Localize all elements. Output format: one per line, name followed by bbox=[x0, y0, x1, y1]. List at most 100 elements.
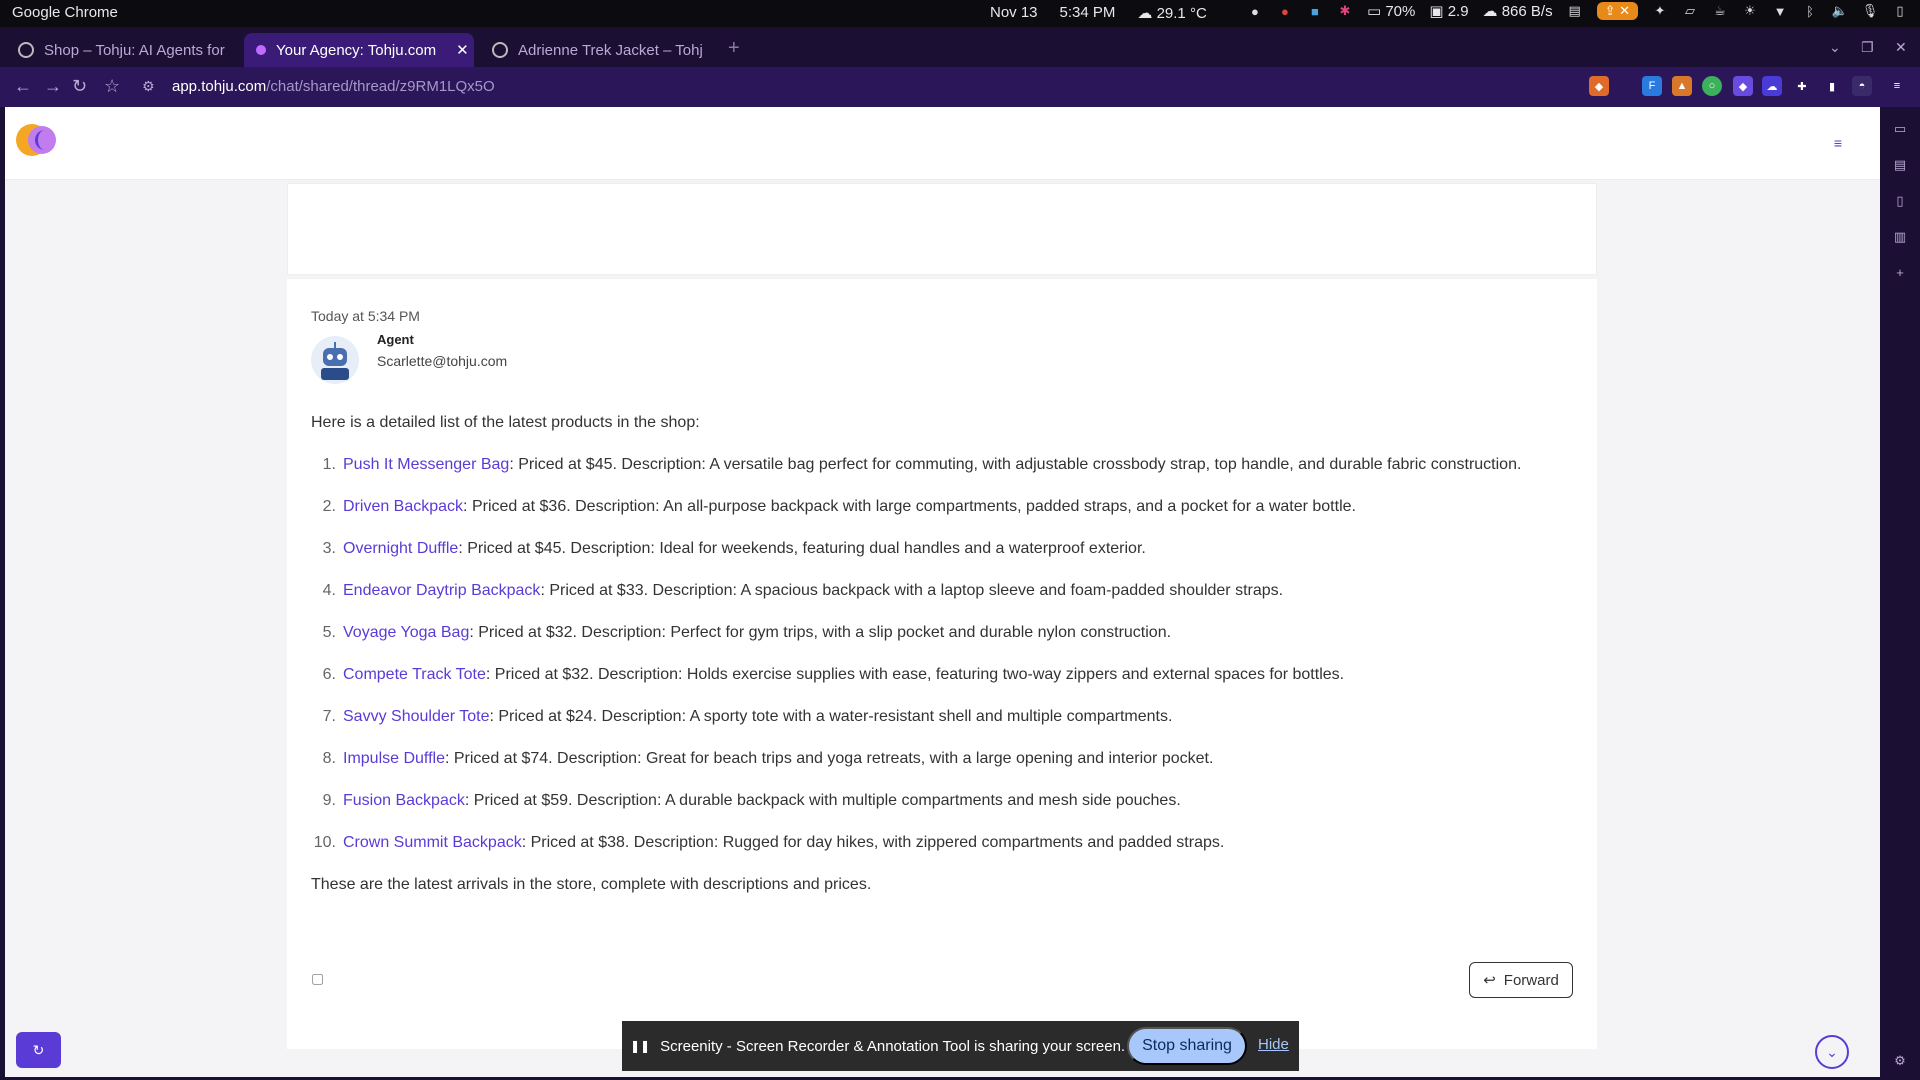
close-tab-icon[interactable]: ✕ bbox=[456, 41, 469, 59]
extension-badge-icon[interactable]: ◆ bbox=[1733, 76, 1753, 96]
list-item: 3. Overnight Duffle: Priced at $45. Descr… bbox=[311, 536, 1551, 562]
product-link[interactable]: Savvy Shoulder Tote bbox=[343, 708, 489, 725]
restore-window-icon[interactable]: ❐ bbox=[1861, 39, 1874, 56]
os-date: Nov 13 bbox=[990, 4, 1038, 21]
url-field[interactable]: app.tohju.com/chat/shared/thread/z9RM1LQ… bbox=[172, 78, 495, 95]
wifi-icon[interactable]: ▼ bbox=[1772, 3, 1788, 19]
product-link[interactable]: Fusion Backpack bbox=[343, 792, 465, 809]
sidebar-toggle-icon[interactable]: ▮ bbox=[1822, 76, 1842, 96]
pause-icon: ❚❚ bbox=[630, 1039, 651, 1053]
site-info-icon[interactable]: ⚙ bbox=[142, 78, 155, 95]
extension-fi-icon[interactable]: F bbox=[1642, 76, 1662, 96]
app-tray-icon[interactable]: ■ bbox=[1307, 3, 1323, 19]
extensions-puzzle-icon[interactable]: ✚ bbox=[1792, 76, 1812, 96]
product-description: : Priced at $45. Description: A versatil… bbox=[509, 456, 1522, 473]
product-link[interactable]: Driven Backpack bbox=[343, 498, 463, 515]
profile-icon[interactable]: ◓ bbox=[1852, 76, 1872, 96]
list-item: 2. Driven Backpack: Priced at $36. Descri… bbox=[311, 494, 1551, 520]
hide-share-bar-link[interactable]: Hide bbox=[1258, 1036, 1289, 1053]
list-item-body: Endeavor Daytrip Backpack: Priced at $33… bbox=[343, 578, 1551, 604]
product-link[interactable]: Compete Track Tote bbox=[343, 666, 486, 683]
list-item: 1. Push It Messenger Bag: Priced at $45. … bbox=[311, 452, 1551, 478]
list-item-body: Push It Messenger Bag: Priced at $45. De… bbox=[343, 452, 1551, 478]
address-toolbar: ← → ↻ ☆ ⚙ app.tohju.com/chat/shared/thre… bbox=[0, 67, 1920, 107]
tab-strip: Shop – Tohju: AI Agents for Your Agency:… bbox=[0, 27, 1920, 67]
header-card bbox=[287, 183, 1597, 275]
url-path: /chat/shared/thread/z9RM1LQx5O bbox=[266, 78, 495, 95]
record-icon[interactable]: ● bbox=[1277, 3, 1293, 19]
tab-your-agency[interactable]: Your Agency: Tohju.com ✕ bbox=[244, 33, 474, 67]
bluetooth-icon[interactable]: ᛒ bbox=[1802, 3, 1818, 19]
volume-icon[interactable]: 🔈 bbox=[1832, 3, 1848, 19]
weather-readout: ☁ 29.1 °C bbox=[1137, 5, 1207, 22]
product-description: : Priced at $38. Description: Rugged for… bbox=[521, 834, 1225, 851]
feedback-icon[interactable]: ▢ bbox=[311, 970, 324, 987]
battery-value: 70% bbox=[1385, 3, 1416, 20]
brightness-icon[interactable]: ☀ bbox=[1742, 3, 1758, 19]
share-message: Screenity - Screen Recorder & Annotation… bbox=[660, 1037, 1126, 1055]
settings-gear-icon[interactable]: ⚙ bbox=[1892, 1053, 1908, 1069]
back-icon[interactable]: ← bbox=[14, 76, 32, 97]
close-window-icon[interactable]: ✕ bbox=[1895, 39, 1907, 56]
os-clock-area[interactable]: Nov 13 5:34 PM ☁ 29.1 °C bbox=[990, 4, 1207, 22]
product-description: : Priced at $32. Description: Holds exer… bbox=[485, 666, 1345, 683]
list-number: 3. bbox=[322, 540, 336, 557]
tab-shop[interactable]: Shop – Tohju: AI Agents for bbox=[6, 33, 238, 67]
hamburger-menu-icon[interactable]: ≡ bbox=[1834, 135, 1842, 151]
scroll-down-button[interactable]: ⌄ bbox=[1815, 1035, 1849, 1069]
clipboard-icon[interactable]: ▤ bbox=[1567, 3, 1583, 19]
os-time: 5:34 PM bbox=[1059, 4, 1116, 21]
add-panel-icon[interactable]: + bbox=[1892, 265, 1908, 281]
list-item-body: Savvy Shoulder Tote: Priced at $24. Desc… bbox=[343, 704, 1551, 730]
message-card: Today at 5:34 PM Agent Scarlette@tohju.c… bbox=[287, 279, 1597, 1049]
product-description: : Priced at $32. Description: Perfect fo… bbox=[469, 624, 1172, 641]
screen-share-indicator-icon[interactable]: ⇪ ✕ bbox=[1596, 2, 1638, 20]
bookmark-icon[interactable]: ☆ bbox=[104, 76, 120, 97]
metamask-icon[interactable]: ▲ bbox=[1672, 76, 1692, 96]
mic-icon[interactable]: ● bbox=[1247, 3, 1263, 19]
battery-icon[interactable]: ▯ bbox=[1892, 3, 1908, 19]
forward-button[interactable]: ↩ Forward bbox=[1469, 962, 1573, 998]
list-item-body: Voyage Yoga Bag: Priced at $32. Descript… bbox=[343, 620, 1551, 646]
brave-shield-icon[interactable]: ◆ bbox=[1589, 76, 1609, 96]
refresh-chat-button[interactable]: ↻ bbox=[16, 1032, 61, 1068]
product-link[interactable]: Impulse Duffle bbox=[343, 750, 445, 767]
tab-search-icon[interactable]: ⌄ bbox=[1829, 39, 1841, 56]
reading-list-icon[interactable]: ▥ bbox=[1892, 229, 1908, 245]
product-link[interactable]: Crown Summit Backpack bbox=[343, 834, 522, 851]
product-description: : Priced at $36. Description: An all-pur… bbox=[463, 498, 1356, 515]
list-item-body: Compete Track Tote: Priced at $32. Descr… bbox=[343, 662, 1551, 688]
cast-icon[interactable]: ▱ bbox=[1682, 3, 1698, 19]
product-list: 1. Push It Messenger Bag: Priced at $45. … bbox=[311, 452, 1551, 856]
tohju-logo-icon[interactable] bbox=[15, 121, 59, 159]
wallet-icon[interactable]: ▤ bbox=[1892, 157, 1908, 173]
reload-icon[interactable]: ↻ bbox=[72, 76, 87, 97]
extension-circle-icon[interactable]: ○ bbox=[1702, 76, 1722, 96]
list-number: 7. bbox=[322, 708, 336, 725]
tab-adrienne-jacket[interactable]: Adrienne Trek Jacket – Tohj bbox=[480, 33, 712, 67]
extension-cloud-icon[interactable]: ☁ bbox=[1762, 76, 1782, 96]
list-number: 4. bbox=[322, 582, 336, 599]
list-item-body: Crown Summit Backpack: Priced at $38. De… bbox=[343, 830, 1551, 856]
message-intro: Here is a detailed list of the latest pr… bbox=[311, 414, 700, 431]
product-link[interactable]: Push It Messenger Bag bbox=[343, 456, 509, 473]
slack-icon[interactable]: ✱ bbox=[1337, 3, 1353, 19]
os-tray: ● ● ■ ✱ ▭ 70% ▣ 2.9 ☁ 866 B/s ▤ ⇪ ✕ ✦ ▱ … bbox=[1247, 2, 1908, 20]
agent-avatar-icon bbox=[311, 336, 359, 384]
coffee-icon[interactable]: ☕ bbox=[1712, 3, 1728, 19]
microphone-icon[interactable]: 🎙 bbox=[1862, 3, 1879, 19]
browser-menu-icon[interactable]: ≡ bbox=[1887, 76, 1907, 96]
product-link[interactable]: Endeavor Daytrip Backpack bbox=[343, 582, 540, 599]
bookmarks-panel-icon[interactable]: ▯ bbox=[1892, 193, 1908, 209]
stop-sharing-button[interactable]: Stop sharing bbox=[1127, 1027, 1247, 1065]
list-number: 8. bbox=[322, 750, 336, 767]
message-timestamp: Today at 5:34 PM bbox=[311, 308, 420, 324]
tohju-favicon-icon bbox=[256, 45, 266, 55]
new-tab-button[interactable]: + bbox=[728, 37, 740, 60]
product-link[interactable]: Overnight Duffle bbox=[343, 540, 458, 557]
forward-nav-icon[interactable]: → bbox=[44, 76, 62, 97]
accessibility-icon[interactable]: ✦ bbox=[1652, 3, 1668, 19]
battery-readout: ▭ 70% bbox=[1366, 3, 1416, 20]
media-icon[interactable]: ▭ bbox=[1892, 121, 1908, 137]
product-link[interactable]: Voyage Yoga Bag bbox=[343, 624, 469, 641]
